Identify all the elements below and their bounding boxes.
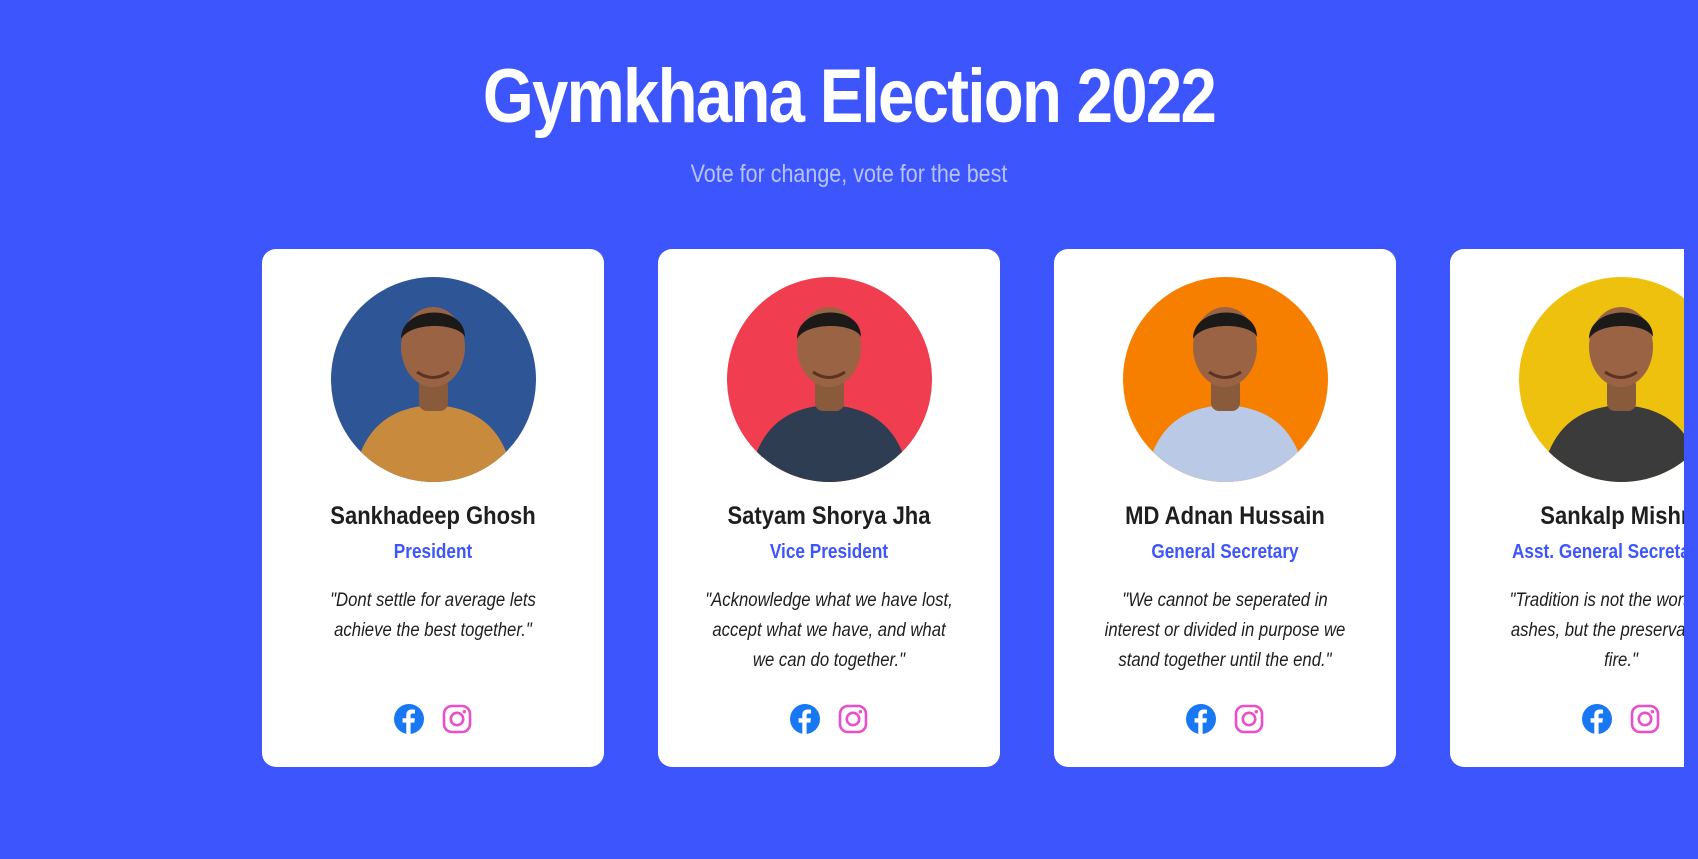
facebook-icon[interactable] — [790, 704, 820, 734]
social-links — [658, 704, 1000, 734]
candidate-portrait-illustration — [1123, 277, 1328, 482]
instagram-icon[interactable] — [1630, 704, 1660, 734]
candidate-portrait-illustration — [1519, 277, 1684, 482]
candidate-card: Sankhadeep Ghosh President "Dont settle fo… — [262, 249, 604, 767]
instagram-icon[interactable] — [838, 704, 868, 734]
instagram-icon[interactable] — [1234, 704, 1264, 734]
candidate-role: General Secretary — [1151, 541, 1299, 563]
candidates-carousel[interactable]: Sankhadeep Ghosh President "Dont settle fo… — [0, 249, 1684, 769]
social-links — [1054, 704, 1396, 734]
facebook-icon[interactable] — [394, 704, 424, 734]
candidate-name: Sankalp Mishra — [1540, 502, 1684, 530]
candidate-role: Asst. General Secretary (G — [1512, 541, 1684, 563]
candidate-portrait-illustration — [331, 277, 536, 482]
candidate-portrait-illustration — [727, 277, 932, 482]
candidate-name: Sankhadeep Ghosh — [330, 502, 536, 530]
candidate-role: Vice President — [769, 541, 889, 563]
candidate-quote: "We cannot be seperated in interest or d… — [1104, 590, 1346, 671]
candidate-name: Satyam Shorya Jha — [727, 502, 931, 530]
social-links — [1450, 704, 1684, 734]
candidate-card: Satyam Shorya Jha Vice President "Acknowle… — [658, 249, 1000, 767]
social-links — [262, 704, 604, 734]
candidate-photo — [331, 277, 536, 482]
page-subtitle: Vote for change, vote for the best — [690, 160, 1008, 188]
candidate-photo — [1519, 277, 1684, 482]
candidate-card: Sankalp Mishra Asst. General Secretary (G… — [1450, 249, 1684, 767]
candidate-name: MD Adnan Hussain — [1125, 502, 1325, 530]
candidate-card: MD Adnan Hussain General Secretary "We can… — [1054, 249, 1396, 767]
candidate-photo — [1123, 277, 1328, 482]
candidate-quote: "Tradition is not the worship of ashes, … — [1509, 590, 1684, 671]
facebook-icon[interactable] — [1582, 704, 1612, 734]
candidate-role: President — [393, 541, 473, 563]
instagram-icon[interactable] — [442, 704, 472, 734]
candidate-photo — [727, 277, 932, 482]
page-title: Gymkhana Election 2022 — [482, 54, 1217, 139]
candidate-quote: "Acknowledge what we have lost, accept w… — [705, 590, 953, 671]
facebook-icon[interactable] — [1186, 704, 1216, 734]
candidate-quote: "Dont settle for average lets achieve th… — [330, 590, 536, 641]
